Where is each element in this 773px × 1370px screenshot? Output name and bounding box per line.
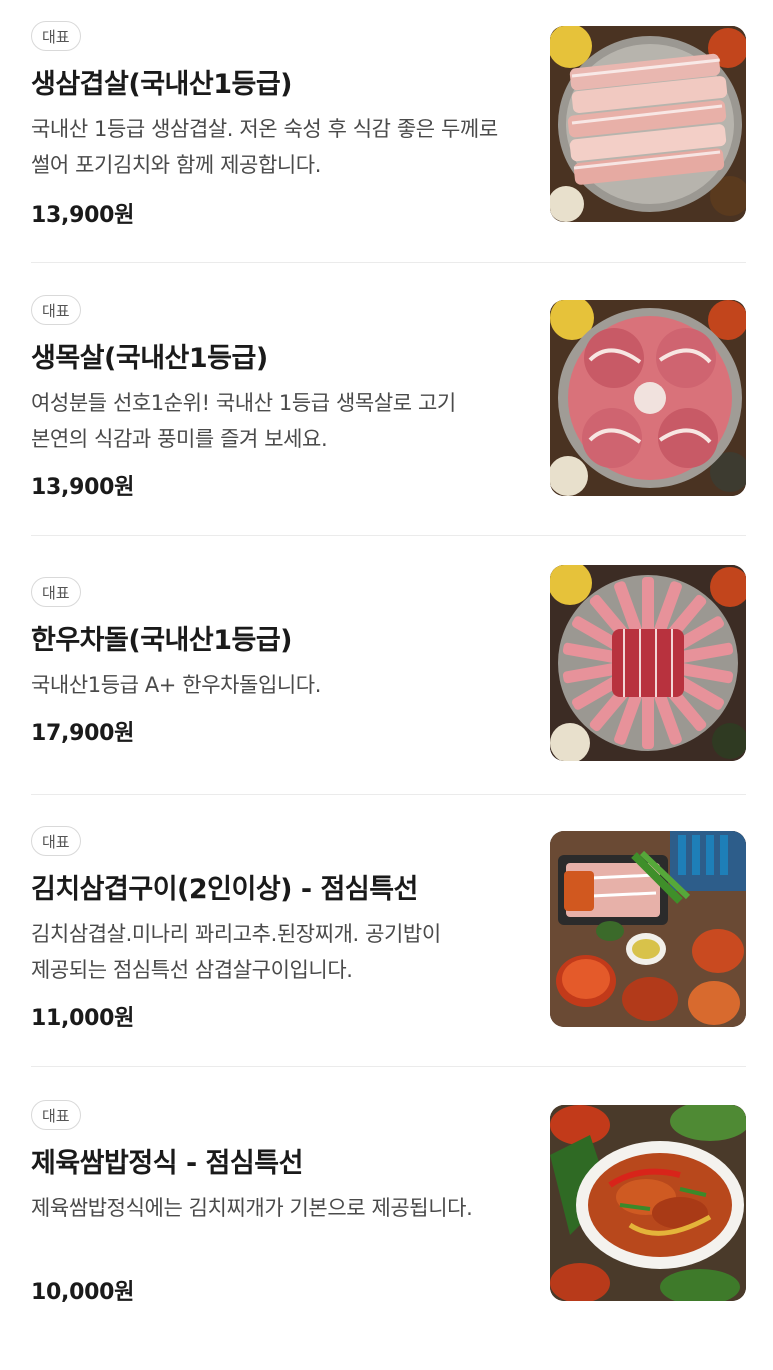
menu-item-title: 김치삼겹구이(2인이상) - 점심특선 — [31, 874, 418, 905]
menu-item-title: 생목살(국내산1등급) — [31, 343, 268, 374]
menu-item-description: 여성분들 선호1순위! 국내산 1등급 생목살로 고기 본연의 식감과 풍미를 … — [31, 391, 456, 451]
divider — [31, 1066, 746, 1067]
menu-item-kimchi-pork[interactable]: 대표 김치삼겹구이(2인이상) - 점심특선 김치삼겹살.미나리 꽈리고추.된장… — [0, 826, 773, 1096]
menu-list: 대표 생삼겹살(국내산1등급) 국내산 1등급 생삼겹살. 저온 숙성 후 식감… — [0, 0, 773, 1340]
menu-item-description: 제육쌈밥정식에는 김치찌개가 기본으로 제공됩니다. — [31, 1196, 473, 1220]
menu-item-price: 13,900원 — [31, 203, 135, 228]
divider — [31, 535, 746, 536]
signature-badge: 대표 — [31, 295, 81, 325]
menu-item-title: 제육쌈밥정식 - 점심특선 — [31, 1148, 303, 1179]
divider — [31, 794, 746, 795]
menu-item-description: 국내산 1등급 생삼겹살. 저온 숙성 후 식감 좋은 두께로 썰어 포기김치와… — [31, 117, 498, 177]
signature-badge: 대표 — [31, 21, 81, 51]
menu-item-description: 김치삼겹살.미나리 꽈리고추.된장찌개. 공기밥이 제공되는 점심특선 삼겹살구… — [31, 922, 441, 982]
signature-badge: 대표 — [31, 826, 81, 856]
spicy-pork-set-image[interactable] — [550, 1105, 746, 1301]
menu-item-title: 한우차돌(국내산1등급) — [31, 625, 293, 656]
menu-item-price: 13,900원 — [31, 475, 135, 500]
menu-item-price: 17,900원 — [31, 721, 135, 746]
signature-badge: 대표 — [31, 1100, 81, 1130]
menu-item-price: 10,000원 — [31, 1280, 135, 1305]
menu-item-description: 국내산1등급 A+ 한우차돌입니다. — [31, 673, 321, 697]
divider — [31, 262, 746, 263]
menu-item-price: 11,000원 — [31, 1006, 135, 1031]
pork-neck-image[interactable] — [550, 300, 746, 496]
menu-item-title: 생삼겹살(국내산1등급) — [31, 69, 293, 100]
beef-brisket-image[interactable] — [550, 565, 746, 761]
menu-item-beef-brisket[interactable]: 대표 한우차돌(국내산1등급) 국내산1등급 A+ 한우차돌입니다. 17,90… — [0, 565, 773, 847]
pork-belly-image[interactable] — [550, 26, 746, 222]
kimchi-pork-set-image[interactable] — [550, 831, 746, 1027]
menu-item-pork-neck[interactable]: 대표 생목살(국내산1등급) 여성분들 선호1순위! 국내산 1등급 생목살로 … — [0, 295, 773, 565]
menu-item-spicy-pork[interactable]: 대표 제육쌈밥정식 - 점심특선 제육쌈밥정식에는 김치찌개가 기본으로 제공됩… — [0, 1100, 773, 1370]
menu-item-pork-belly[interactable]: 대표 생삼겹살(국내산1등급) 국내산 1등급 생삼겹살. 저온 숙성 후 식감… — [0, 21, 773, 291]
signature-badge: 대표 — [31, 577, 81, 607]
